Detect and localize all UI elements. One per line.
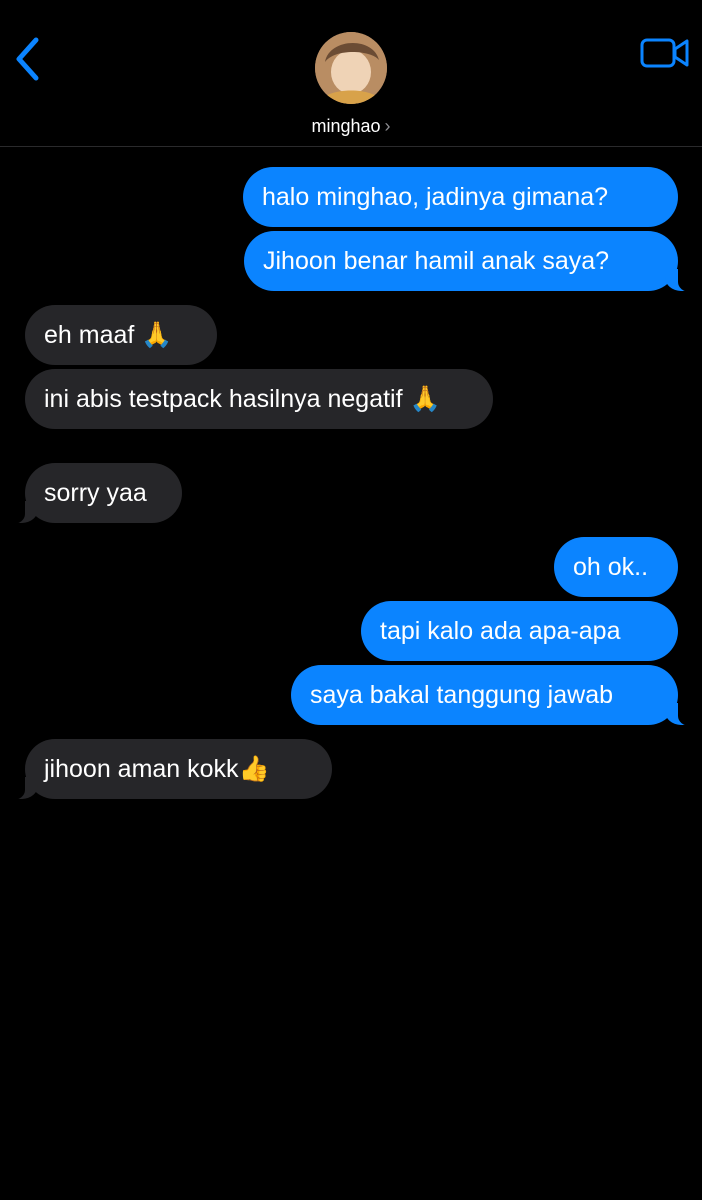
message-bubble-outgoing[interactable]: saya bakal tanggung jawab [291,665,694,726]
chevron-left-icon [16,37,39,81]
message-bubble-outgoing[interactable]: Jihoon benar hamil anak saya? [244,231,694,292]
message-text: halo minghao, jadinya gimana? [262,183,609,211]
message-text: saya bakal tanggung jawab [310,681,614,709]
message-bubble-outgoing[interactable]: oh ok.. [554,537,678,597]
message-text: oh ok.. [573,553,649,581]
message-bubble-outgoing[interactable]: halo minghao, jadinya gimana? [243,167,678,227]
video-camera-icon [640,38,689,68]
avatar-photo [315,32,387,104]
contact-name: minghao [311,116,381,136]
back-button[interactable] [10,34,46,84]
message-bubble-incoming[interactable]: jihoon aman kokk👍 [9,739,332,800]
contact-name-button[interactable]: minghao › [0,116,702,137]
contact-avatar[interactable] [315,32,387,104]
message-bubble-incoming[interactable]: sorry yaa [9,463,182,524]
message-text: eh maaf 🙏 [44,321,173,349]
message-text: Jihoon benar hamil anak saya? [263,247,610,275]
message-bubble-outgoing[interactable]: tapi kalo ada apa-apa [361,601,678,661]
message-bubble-incoming[interactable]: ini abis testpack hasilnya negatif 🙏 [25,369,493,429]
message-text: jihoon aman kokk👍 [44,755,270,783]
message-text: ini abis testpack hasilnya negatif 🙏 [44,385,441,413]
message-text: tapi kalo ada apa-apa [380,617,621,645]
video-call-button[interactable] [640,36,690,70]
message-bubble-incoming[interactable]: eh maaf 🙏 [25,305,217,365]
chevron-right-icon: › [384,116,391,136]
conversation-header: minghao › [0,0,702,147]
message-text: sorry yaa [44,479,147,507]
